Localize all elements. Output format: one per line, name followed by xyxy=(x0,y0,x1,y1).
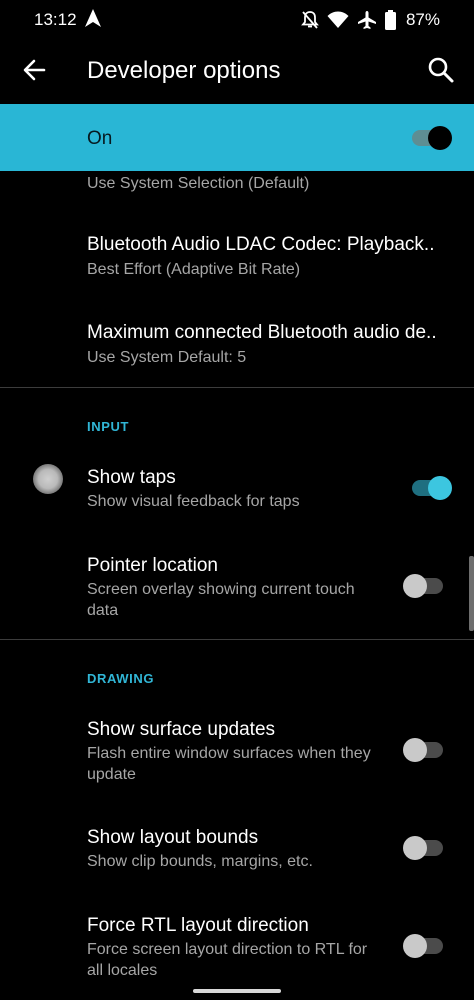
navigation-arrow-icon xyxy=(85,9,101,27)
item-title: Maximum connected Bluetooth audio de.. xyxy=(87,322,437,343)
item-subtitle: Best Effort (Adaptive Bit Rate) xyxy=(87,261,301,278)
section-header-input: INPUT xyxy=(87,419,129,434)
item-title: Pointer location xyxy=(87,555,218,576)
item-title: Show surface updates xyxy=(87,719,276,740)
wifi-icon xyxy=(327,11,349,28)
airplane-icon xyxy=(357,11,376,29)
item-title: Force RTL layout direction xyxy=(87,915,309,936)
status-time: 13:12 xyxy=(34,10,77,29)
app-bar: Developer options xyxy=(0,40,474,104)
section-header-drawing: DRAWING xyxy=(87,671,155,686)
section-divider xyxy=(0,387,474,388)
scrollbar[interactable] xyxy=(469,556,474,631)
status-icons: 87% xyxy=(301,9,440,31)
section-divider xyxy=(0,639,474,640)
item-title: Show taps xyxy=(87,467,176,488)
show-surface-updates-toggle[interactable] xyxy=(403,738,443,762)
page-title: Developer options xyxy=(87,57,281,84)
search-icon[interactable] xyxy=(426,54,456,86)
pointer-location-toggle[interactable] xyxy=(403,574,443,598)
item-subtitle: Use System Default: 5 xyxy=(87,349,247,366)
status-bar: 13:12 87% xyxy=(0,0,474,40)
developer-options-master-switch[interactable]: On xyxy=(0,104,474,171)
item-subtitle: Show visual feedback for taps xyxy=(87,493,300,510)
item-title: Bluetooth Audio LDAC Codec: Playback.. xyxy=(87,234,435,255)
home-indicator[interactable] xyxy=(193,989,281,993)
master-toggle[interactable] xyxy=(412,126,452,150)
show-taps-toggle[interactable] xyxy=(412,476,452,500)
item-subtitle: Force screen layout direction to RTL for… xyxy=(87,941,368,979)
item-title: Show layout bounds xyxy=(87,827,259,848)
master-switch-label: On xyxy=(87,128,113,149)
item-subtitle: Show clip bounds, margins, etc. xyxy=(87,853,313,870)
item-subtitle: Screen overlay showing current touch dat… xyxy=(87,581,355,619)
force-rtl-toggle[interactable] xyxy=(403,934,443,958)
battery-icon xyxy=(384,10,396,30)
item-subtitle: Use System Selection (Default) xyxy=(87,175,310,192)
touch-indicator xyxy=(33,464,63,494)
show-layout-bounds-toggle[interactable] xyxy=(403,836,443,860)
battery-percentage: 87% xyxy=(405,10,440,29)
item-subtitle: Flash entire window surfaces when they u… xyxy=(87,745,371,783)
notifications-off-icon xyxy=(301,11,319,29)
back-arrow-icon[interactable] xyxy=(20,54,48,86)
